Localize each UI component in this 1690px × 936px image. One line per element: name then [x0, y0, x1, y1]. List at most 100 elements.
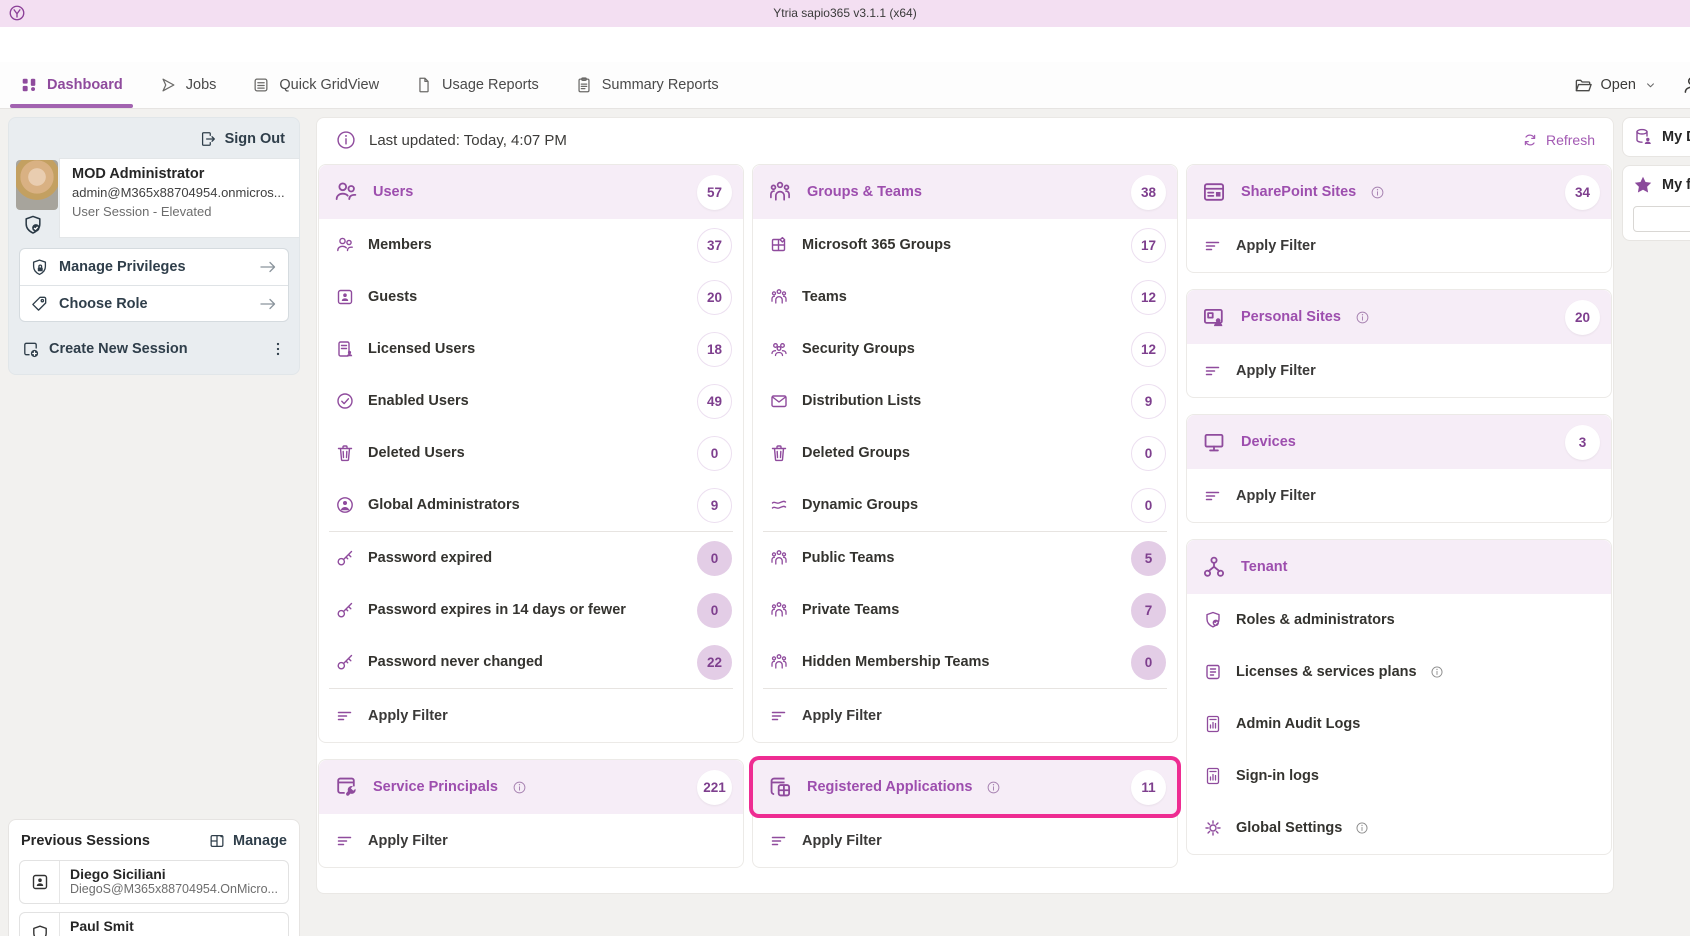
choose-role-button[interactable]: Choose Role: [20, 285, 288, 321]
licensed-users-icon: [335, 339, 355, 359]
filter-icon: [1203, 236, 1223, 256]
card-header-devices[interactable]: Devices3: [1187, 415, 1611, 469]
card-row-sign-in-logs[interactable]: Sign-in logs: [1187, 750, 1611, 802]
personal-sites-icon: [1201, 304, 1227, 330]
users-icon: [333, 179, 359, 205]
previous-session-paul[interactable]: Paul Smit: [19, 912, 289, 936]
sign-out-button[interactable]: Sign Out: [199, 130, 285, 148]
card-row-password-expired[interactable]: Password expired0: [319, 532, 743, 584]
info-icon: [986, 780, 1001, 795]
card-row-distribution-lists[interactable]: Distribution Lists9: [753, 375, 1177, 427]
row-label: Password expires in 14 days or fewer: [368, 602, 626, 618]
my-data-card[interactable]: My D: [1622, 117, 1690, 157]
card-row-members[interactable]: Members37: [319, 219, 743, 271]
tab-label: Quick GridView: [279, 77, 379, 93]
card-row-enabled-users[interactable]: Enabled Users49: [319, 375, 743, 427]
card-row-public-teams[interactable]: Public Teams5: [753, 532, 1177, 584]
card-header-groups-teams[interactable]: Groups & Teams38: [753, 165, 1177, 219]
card-row-admin-audit-logs[interactable]: Admin Audit Logs: [1187, 698, 1611, 750]
session-name: Diego Siciliani: [70, 866, 278, 882]
apply-filter-button[interactable]: Apply Filter: [753, 814, 1177, 867]
dashboard-icon: [20, 76, 38, 94]
apply-filter-label: Apply Filter: [1236, 238, 1316, 254]
card-row-password-expires-in-14-days-or-fewer[interactable]: Password expires in 14 days or fewer0: [319, 584, 743, 636]
card-header-sharepoint-sites[interactable]: SharePoint Sites34: [1187, 165, 1611, 219]
card-row-dynamic-groups[interactable]: Dynamic Groups0: [753, 479, 1177, 531]
card-row-private-teams[interactable]: Private Teams7: [753, 584, 1177, 636]
apply-filter-button[interactable]: Apply Filter: [319, 689, 743, 742]
tag-icon: [30, 294, 49, 313]
private-teams-icon: [769, 600, 789, 620]
row-label: Dynamic Groups: [802, 497, 918, 513]
filter-icon: [769, 831, 789, 851]
count-badge: 49: [697, 384, 732, 419]
window-title: Ytria sapio365 v3.1.1 (x64): [0, 6, 1690, 20]
apply-filter-button[interactable]: Apply Filter: [753, 689, 1177, 742]
jobs-icon: [159, 76, 177, 94]
card-row-teams[interactable]: Teams12: [753, 271, 1177, 323]
groups-teams-icon: [767, 179, 793, 205]
apply-filter-button[interactable]: Apply Filter: [319, 814, 743, 867]
card-header-tenant[interactable]: Tenant: [1187, 540, 1611, 594]
filter-icon: [1203, 486, 1223, 506]
open-button[interactable]: Open: [1574, 76, 1657, 95]
last-updated-info-icon[interactable]: [335, 129, 357, 151]
row-label: Licenses & services plans: [1236, 664, 1417, 680]
manage-sessions-button[interactable]: Manage: [208, 832, 287, 850]
devices-icon: [1201, 429, 1227, 455]
card-header-users[interactable]: Users57: [319, 165, 743, 219]
card-row-licensed-users[interactable]: Licensed Users18: [319, 323, 743, 375]
card-row-roles-administrators[interactable]: Roles & administrators: [1187, 594, 1611, 646]
tab-summary-reports[interactable]: Summary Reports: [565, 62, 729, 108]
count-badge: 9: [1131, 384, 1166, 419]
card-row-security-groups[interactable]: Security Groups12: [753, 323, 1177, 375]
card-header-registered-applications[interactable]: Registered Applications11: [753, 760, 1177, 814]
refresh-icon: [1522, 132, 1538, 148]
public-teams-icon: [769, 548, 789, 568]
tab-usage-reports[interactable]: Usage Reports: [405, 62, 549, 108]
sidebar: Sign Out MOD Administrator admin@M365x88…: [8, 117, 300, 936]
row-label: Microsoft 365 Groups: [802, 237, 951, 253]
count-badge: 3: [1565, 425, 1600, 460]
count-badge: 17: [1131, 228, 1166, 263]
card-row-hidden-membership-teams[interactable]: Hidden Membership Teams0: [753, 636, 1177, 688]
card-row-microsoft-365-groups[interactable]: Microsoft 365 Groups 17: [753, 219, 1177, 271]
count-badge: 7: [1131, 593, 1166, 628]
card-row-licenses-services-plans[interactable]: Licenses & services plans: [1187, 646, 1611, 698]
apply-filter-button[interactable]: Apply Filter: [1187, 344, 1611, 397]
favorites-search-input[interactable]: [1633, 206, 1690, 232]
card-header-personal-sites[interactable]: Personal Sites20: [1187, 290, 1611, 344]
card-header-service-principals[interactable]: Service Principals221: [319, 760, 743, 814]
create-new-session-button[interactable]: Create New Session: [21, 334, 287, 364]
apply-filter-label: Apply Filter: [368, 833, 448, 849]
tab-quick-gridview[interactable]: Quick GridView: [242, 62, 389, 108]
apply-filter-button[interactable]: Apply Filter: [1187, 469, 1611, 522]
tab-dashboard[interactable]: Dashboard: [10, 62, 133, 108]
card-row-global-administrators[interactable]: Global Administrators9: [319, 479, 743, 531]
sharepoint-sites-icon: [1201, 179, 1227, 205]
apply-filter-button[interactable]: Apply Filter: [1187, 219, 1611, 272]
sign-out-label: Sign Out: [225, 131, 285, 147]
card-row-deleted-users[interactable]: Deleted Users0: [319, 427, 743, 479]
manage-privileges-button[interactable]: Manage Privileges: [20, 249, 288, 285]
distribution-lists-icon: [769, 391, 789, 411]
account-button[interactable]: [1681, 74, 1690, 96]
row-label: Global Settings: [1236, 820, 1342, 836]
tab-jobs[interactable]: Jobs: [149, 62, 227, 108]
content-area: Sign Out MOD Administrator admin@M365x88…: [0, 109, 1690, 936]
card-row-password-never-changed[interactable]: Password never changed22: [319, 636, 743, 688]
card-row-guests[interactable]: Guests20: [319, 271, 743, 323]
apply-filter-label: Apply Filter: [1236, 363, 1316, 379]
card-row-global-settings[interactable]: Global Settings: [1187, 802, 1611, 854]
card-row-deleted-groups[interactable]: Deleted Groups0: [753, 427, 1177, 479]
global-admins-icon: [335, 495, 355, 515]
deleted-users-icon: [335, 443, 355, 463]
session-options-button[interactable]: [269, 340, 287, 358]
previous-session-diego[interactable]: Diego Siciliani DiegoS@M365x88704954.OnM…: [19, 860, 289, 904]
refresh-button[interactable]: Refresh: [1522, 132, 1595, 148]
card-title: Personal Sites: [1241, 309, 1341, 325]
count-badge: 0: [697, 541, 732, 576]
star-icon: [1633, 175, 1653, 195]
enabled-users-icon: [335, 391, 355, 411]
person-square-icon: [30, 872, 50, 892]
